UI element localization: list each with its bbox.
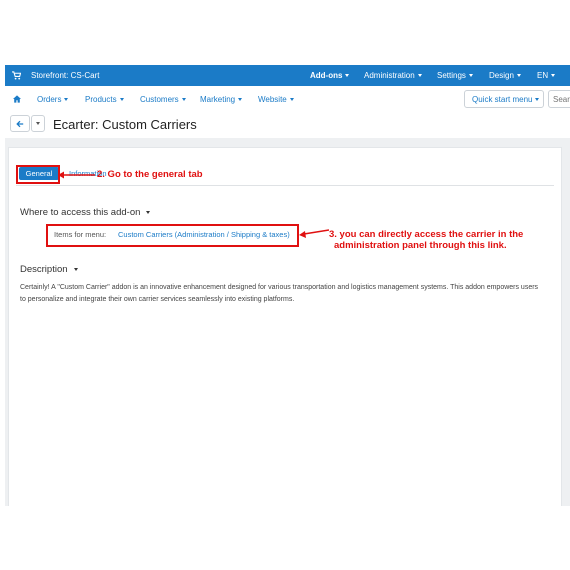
nav-orders[interactable]: Orders bbox=[37, 95, 69, 104]
items-for-menu-label: Items for menu: bbox=[54, 230, 107, 239]
nav-marketing[interactable]: Marketing bbox=[200, 95, 243, 104]
main-nav: Orders Products Customers Marketing Webs… bbox=[5, 86, 570, 113]
topnav-addons-label: Add-ons bbox=[310, 71, 343, 80]
highlight-general-tab bbox=[16, 165, 60, 184]
topnav-design[interactable]: Design bbox=[489, 71, 521, 80]
annotation-arrow-link bbox=[299, 229, 329, 238]
description-text: Certainly! A "Custom Carrier" addon is a… bbox=[20, 284, 539, 303]
access-section-title-text: Where to access this add-on bbox=[20, 207, 141, 218]
history-dropdown-button[interactable] bbox=[31, 115, 45, 132]
access-section-title[interactable]: Where to access this add-on bbox=[20, 207, 151, 218]
annotation-step3-line2: administration panel through this link. bbox=[334, 240, 507, 251]
annotation-arrow-general bbox=[58, 171, 95, 179]
topnav-settings-label: Settings bbox=[437, 71, 466, 80]
description-section-title[interactable]: Description bbox=[20, 264, 78, 275]
chevron-down-icon bbox=[146, 211, 151, 214]
chevron-down-icon bbox=[36, 122, 40, 125]
topnav-language-label: EN bbox=[537, 71, 549, 80]
title-bar: Ecarter: Custom Carriers bbox=[5, 112, 570, 138]
search-input[interactable] bbox=[548, 90, 570, 108]
nav-customers[interactable]: Customers bbox=[140, 95, 186, 104]
topnav-administration-label: Administration bbox=[364, 71, 415, 80]
nav-marketing-label: Marketing bbox=[200, 95, 236, 104]
top-bar: Storefront: CS-Cart Add-ons Administrati… bbox=[5, 65, 570, 86]
annotation-step3: 3. you can directly access the carrier i… bbox=[329, 229, 523, 251]
back-button[interactable] bbox=[10, 115, 30, 132]
nav-products-label: Products bbox=[85, 95, 117, 104]
nav-customers-label: Customers bbox=[140, 95, 179, 104]
topnav-settings[interactable]: Settings bbox=[437, 71, 473, 80]
topnav-design-label: Design bbox=[489, 71, 514, 80]
quick-start-menu-button[interactable]: Quick start menu bbox=[464, 90, 544, 108]
page-title: Ecarter: Custom Carriers bbox=[53, 117, 197, 132]
topnav-language[interactable]: EN bbox=[537, 71, 556, 80]
quick-start-label: Quick start menu bbox=[472, 95, 533, 104]
admin-app: Storefront: CS-Cart Add-ons Administrati… bbox=[5, 65, 570, 506]
topnav-administration[interactable]: Administration bbox=[364, 71, 422, 80]
storefront-link[interactable]: Storefront: CS-Cart bbox=[31, 71, 99, 80]
nav-website[interactable]: Website bbox=[258, 95, 294, 104]
description-section-title-text: Description bbox=[20, 264, 68, 275]
nav-products[interactable]: Products bbox=[85, 95, 124, 104]
arrow-left-icon bbox=[16, 120, 24, 128]
nav-website-label: Website bbox=[258, 95, 287, 104]
content-card: General Information 2. Go to the general… bbox=[8, 147, 562, 506]
custom-carriers-link[interactable]: Custom Carriers (Administration / Shippi… bbox=[118, 230, 290, 239]
annotation-step3-line1: 3. you can directly access the carrier i… bbox=[329, 229, 524, 240]
nav-orders-label: Orders bbox=[37, 95, 62, 104]
annotation-step2: 2. Go to the general tab bbox=[97, 169, 203, 180]
topnav-addons[interactable]: Add-ons bbox=[310, 71, 350, 80]
cart-icon[interactable] bbox=[12, 71, 21, 80]
chevron-down-icon bbox=[73, 268, 78, 271]
home-icon[interactable] bbox=[13, 95, 21, 103]
